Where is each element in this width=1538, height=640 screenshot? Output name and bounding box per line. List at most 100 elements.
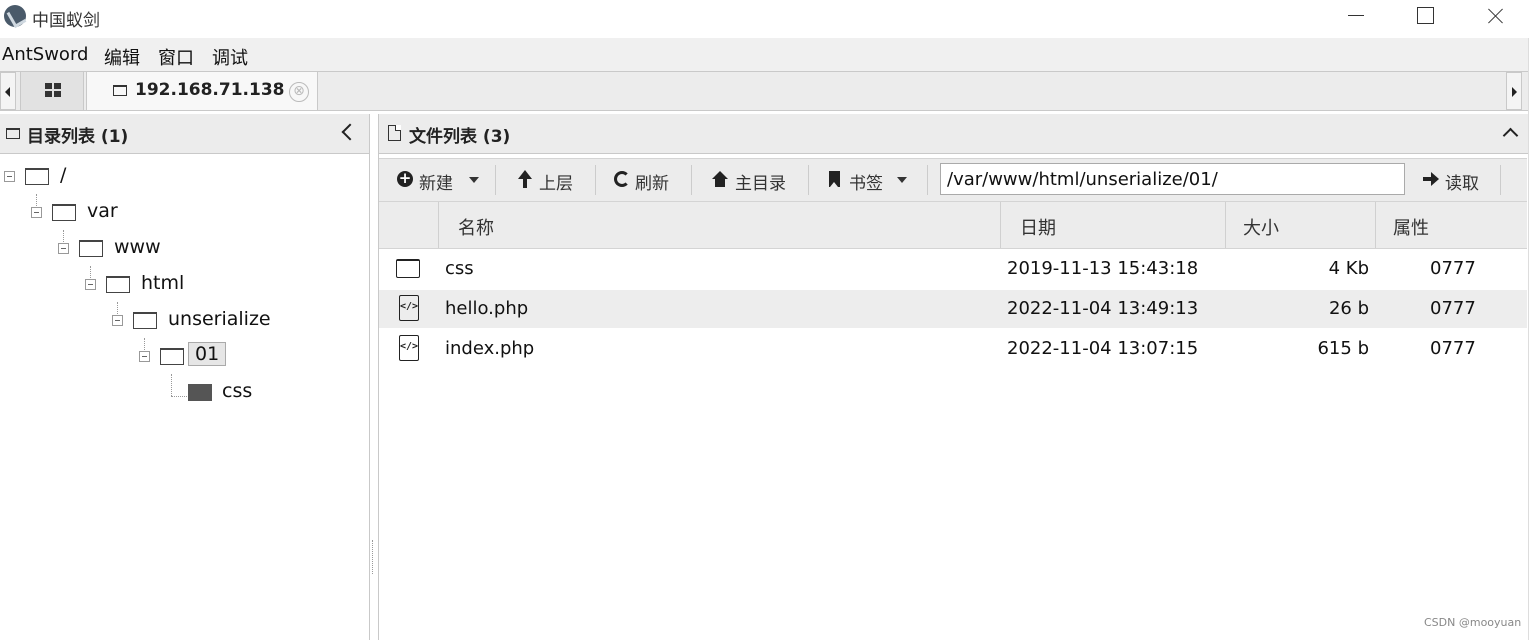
file-attr: 0777 — [1430, 258, 1476, 279]
window-edge — [1528, 38, 1538, 640]
file-attr: 0777 — [1430, 298, 1476, 319]
tab-home[interactable] — [20, 72, 84, 110]
folder-icon — [6, 128, 20, 139]
file-grid-header: 名称 日期 大小 属性 — [379, 202, 1527, 249]
tree-connector — [171, 374, 172, 396]
panel-splitter[interactable] — [372, 540, 374, 574]
column-header-name[interactable]: 名称 — [438, 202, 1000, 248]
file-date: 2022-11-04 13:07:15 — [1007, 338, 1199, 359]
chevron-down-icon — [469, 177, 479, 183]
tab-connection[interactable]: 192.168.71.138 ⊗ — [86, 72, 318, 110]
file-name: hello.php — [445, 298, 529, 319]
file-size: 4 Kb — [1328, 258, 1369, 279]
menu-antsword[interactable]: AntSword — [2, 44, 88, 65]
toolbar-divider — [808, 165, 809, 195]
tree-collapse-icon[interactable] — [112, 315, 123, 326]
tree-node-label: www — [114, 236, 161, 258]
tree-node-label: / — [60, 164, 67, 186]
column-header-label: 日期 — [1020, 218, 1056, 239]
file-panel: 文件列表 (3) + 新建 上层 刷新 主目录 书签 /var/www/html… — [378, 114, 1529, 640]
grid-icon — [45, 83, 61, 99]
column-header-label: 大小 — [1243, 218, 1279, 239]
chevron-down-icon — [897, 177, 907, 183]
document-icon — [388, 125, 401, 141]
tab-connection-label: 192.168.71.138 — [135, 80, 285, 100]
parent-dir-label: 上层 — [539, 174, 573, 194]
folder-icon — [160, 348, 184, 365]
bookmark-button[interactable]: 书签 — [811, 159, 923, 201]
toolbar-divider — [927, 165, 928, 195]
refresh-label: 刷新 — [635, 174, 669, 194]
column-header-label: 属性 — [1393, 218, 1429, 239]
php-file-icon: </> — [399, 335, 419, 361]
parent-dir-button[interactable]: 上层 — [499, 159, 593, 201]
column-header-attr[interactable]: 属性 — [1375, 202, 1525, 248]
menu-edit[interactable]: 编辑 — [104, 44, 140, 70]
arrow-right-icon — [1423, 172, 1439, 186]
plus-circle-icon: + — [397, 169, 413, 187]
watermark: CSDN @mooyuan — [1424, 616, 1522, 629]
folder-icon — [25, 168, 49, 185]
home-dir-button[interactable]: 主目录 — [695, 159, 805, 201]
tree-collapse-icon[interactable] — [58, 243, 69, 254]
folder-icon — [113, 85, 127, 96]
tree-collapse-icon[interactable] — [85, 279, 96, 290]
arrow-up-icon — [516, 170, 534, 188]
file-name: css — [445, 258, 474, 279]
menu-debug[interactable]: 调试 — [212, 44, 248, 70]
file-size: 615 b — [1317, 338, 1369, 359]
menu-bar: AntSword 编辑 窗口 调试 — [0, 38, 1528, 71]
table-row[interactable]: </> index.php 2022-11-04 13:07:15 615 b … — [379, 330, 1527, 368]
collapse-panel-button[interactable] — [341, 123, 359, 141]
file-date: 2019-11-13 15:43:18 — [1007, 258, 1199, 279]
directory-panel-header: 目录列表 (1) — [0, 114, 369, 154]
read-button[interactable]: 读取 — [1413, 159, 1499, 201]
column-header-size[interactable]: 大小 — [1225, 202, 1375, 248]
collapse-up-button[interactable] — [1502, 127, 1519, 144]
refresh-button[interactable]: 刷新 — [599, 159, 689, 201]
file-toolbar: + 新建 上层 刷新 主目录 书签 读取 — [379, 158, 1527, 202]
read-label: 读取 — [1445, 174, 1479, 194]
tab-scroll-right-button[interactable] — [1506, 72, 1522, 110]
toolbar-divider — [691, 165, 692, 195]
app-logo-icon — [4, 5, 26, 27]
path-input[interactable] — [940, 163, 1405, 195]
tree-node-label: unserialize — [168, 308, 271, 330]
folder-icon — [396, 259, 420, 278]
file-panel-title: 文件列表 (3) — [409, 127, 511, 147]
tab-close-icon[interactable]: ⊗ — [289, 82, 309, 102]
maximize-button[interactable] — [1395, 0, 1455, 34]
tree-collapse-icon[interactable] — [139, 351, 150, 362]
directory-panel-title: 目录列表 (1) — [27, 127, 129, 147]
folder-icon — [106, 276, 130, 293]
folder-icon — [79, 240, 103, 257]
table-row[interactable]: css 2019-11-13 15:43:18 4 Kb 0777 — [379, 250, 1527, 288]
folder-icon — [52, 204, 76, 221]
folder-filled-icon — [188, 384, 212, 401]
close-window-button[interactable] — [1465, 0, 1525, 34]
home-dir-label: 主目录 — [735, 174, 786, 194]
tree-collapse-icon[interactable] — [31, 207, 42, 218]
file-attr: 0777 — [1430, 338, 1476, 359]
directory-panel: 目录列表 (1) / var www html unserialize 01 c… — [0, 114, 370, 640]
file-size: 26 b — [1328, 298, 1369, 319]
file-panel-header: 文件列表 (3) — [379, 114, 1529, 154]
php-file-icon: </> — [399, 295, 419, 321]
file-name: index.php — [445, 338, 535, 359]
column-header-label: 名称 — [458, 218, 494, 239]
new-button[interactable]: + 新建 — [379, 159, 491, 201]
tree-connector — [171, 396, 187, 397]
tree-collapse-icon[interactable] — [4, 171, 15, 182]
toolbar-divider — [495, 165, 496, 195]
menu-window[interactable]: 窗口 — [158, 44, 194, 70]
bookmark-label: 书签 — [849, 174, 883, 194]
bookmark-icon — [829, 171, 840, 187]
toolbar-divider — [1500, 165, 1501, 195]
minimize-button[interactable] — [1326, 0, 1386, 34]
folder-icon — [133, 312, 157, 329]
table-row[interactable]: </> hello.php 2022-11-04 13:49:13 26 b 0… — [379, 290, 1527, 328]
file-date: 2022-11-04 13:49:13 — [1007, 298, 1199, 319]
tree-node-label: html — [141, 272, 185, 294]
tab-scroll-left-button[interactable] — [0, 72, 16, 110]
column-header-date[interactable]: 日期 — [1000, 202, 1225, 248]
